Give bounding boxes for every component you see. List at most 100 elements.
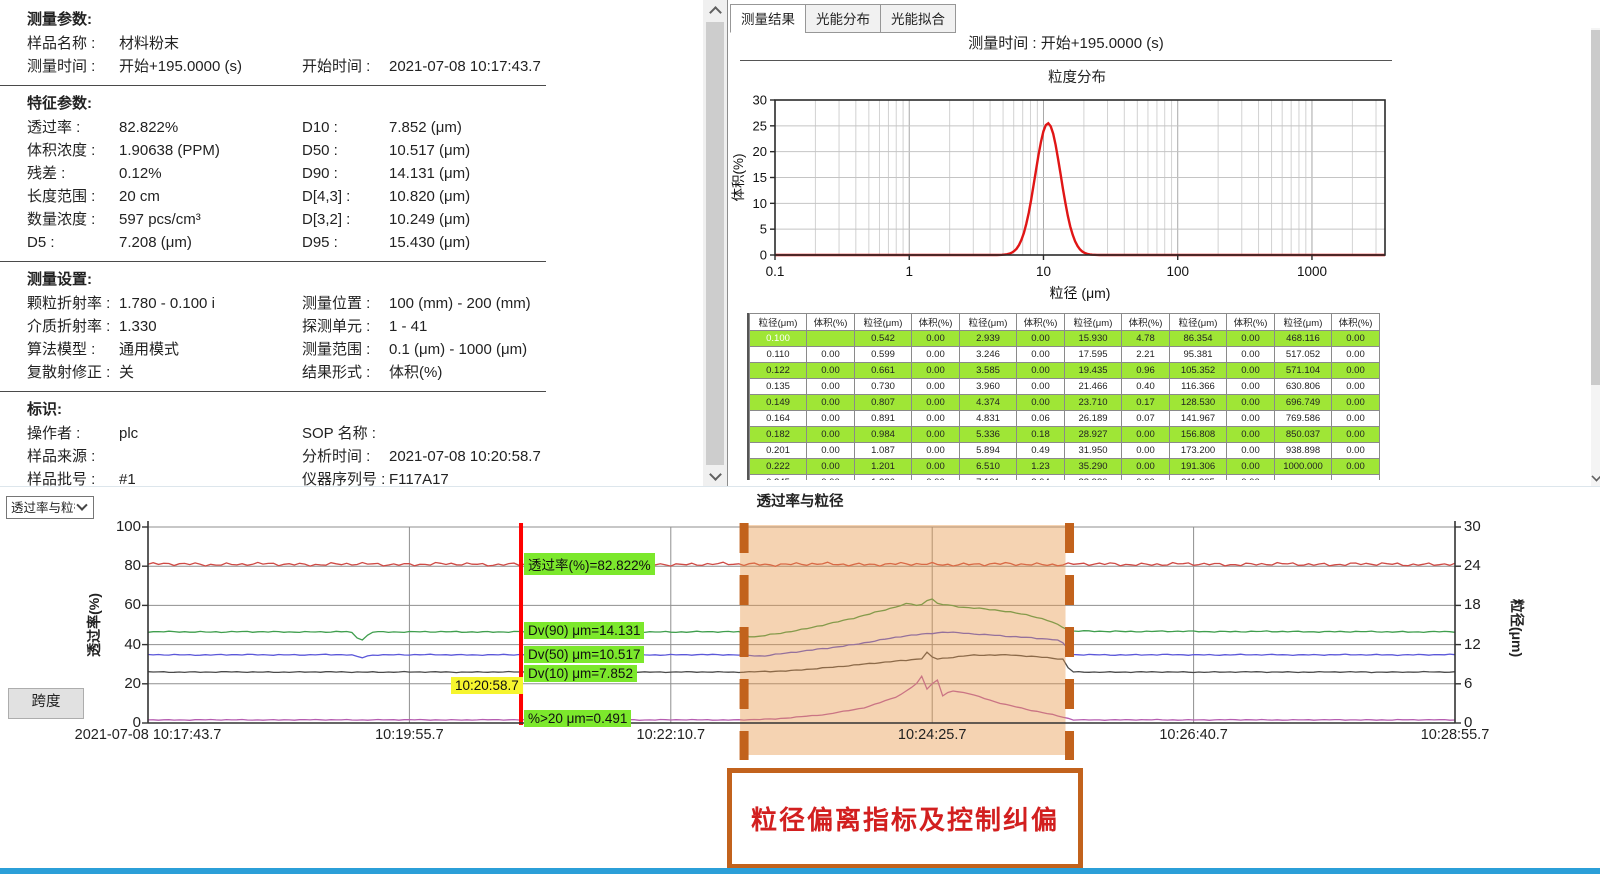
table-cell[interactable]: 0.00 [912, 379, 960, 395]
table-cell[interactable]: 3.246 [960, 347, 1017, 363]
table-cell[interactable]: 0.00 [807, 363, 855, 379]
table-cell[interactable]: 19.435 [1065, 363, 1122, 379]
table-cell[interactable]: 850.037 [1275, 427, 1332, 443]
table-cell[interactable]: 15.930 [1065, 331, 1122, 347]
scroll-down-icon[interactable] [1591, 471, 1600, 481]
table-cell[interactable]: 0.00 [1122, 459, 1170, 475]
scroll-up-icon[interactable] [709, 6, 722, 19]
table-cell[interactable]: 23.710 [1065, 395, 1122, 411]
table-cell[interactable]: 0.807 [855, 395, 912, 411]
table-cell[interactable]: 0.00 [807, 475, 855, 481]
table-cell[interactable]: 0.00 [1122, 443, 1170, 459]
table-cell[interactable]: 211.305 [1170, 475, 1227, 481]
table-cell[interactable]: 4.374 [960, 395, 1017, 411]
right-panel-scrollbar[interactable] [1591, 28, 1600, 487]
table-cell[interactable]: 4.78 [1122, 331, 1170, 347]
table-cell[interactable]: 1.326 [855, 475, 912, 481]
table-cell[interactable]: 0.245 [750, 475, 807, 481]
table-cell[interactable]: 28.927 [1065, 427, 1122, 443]
table-cell[interactable]: 0.00 [807, 443, 855, 459]
table-cell[interactable]: 0.00 [1017, 363, 1065, 379]
table-cell[interactable]: 0.00 [1227, 443, 1275, 459]
table-cell[interactable]: 4.831 [960, 411, 1017, 427]
table-cell[interactable]: 0.00 [1122, 427, 1170, 443]
table-cell[interactable]: 0.984 [855, 427, 912, 443]
table-cell[interactable]: 156.808 [1170, 427, 1227, 443]
table-cell[interactable]: 630.806 [1275, 379, 1332, 395]
table-cell[interactable]: 0.00 [1227, 475, 1275, 481]
table-cell[interactable]: 0.40 [1122, 379, 1170, 395]
table-cell[interactable]: 0.00 [912, 459, 960, 475]
table-cell[interactable]: 7.191 [960, 475, 1017, 481]
table-cell[interactable]: 2.939 [960, 331, 1017, 347]
table-cell[interactable]: 517.052 [1275, 347, 1332, 363]
table-cell[interactable]: 0.00 [807, 427, 855, 443]
table-cell[interactable]: 0.201 [750, 443, 807, 459]
scroll-down-icon[interactable] [709, 468, 722, 481]
table-cell[interactable]: 938.898 [1275, 443, 1332, 459]
table-cell[interactable]: 0.00 [1227, 395, 1275, 411]
table-cell[interactable]: 0.149 [750, 395, 807, 411]
table-cell[interactable]: 38.980 [1065, 475, 1122, 481]
table-cell[interactable]: 0.00 [1332, 379, 1380, 395]
table-cell[interactable]: 0.00 [1332, 395, 1380, 411]
table-cell[interactable]: 0.06 [1017, 411, 1065, 427]
table-cell[interactable]: 0.00 [1017, 379, 1065, 395]
table-cell[interactable]: 0.00 [1227, 427, 1275, 443]
table-cell[interactable]: 0.730 [855, 379, 912, 395]
table-cell[interactable]: 571.104 [1275, 363, 1332, 379]
table-cell[interactable]: 0.00 [1332, 331, 1380, 347]
table-cell[interactable]: 0.891 [855, 411, 912, 427]
table-cell[interactable] [807, 331, 855, 347]
table-cell[interactable]: 0.00 [1227, 363, 1275, 379]
table-cell[interactable]: 0.00 [912, 475, 960, 481]
table-cell[interactable]: 173.200 [1170, 443, 1227, 459]
table-cell[interactable]: 0.222 [750, 459, 807, 475]
table-cell[interactable]: 0.00 [912, 395, 960, 411]
table-cell[interactable]: 5.894 [960, 443, 1017, 459]
table-cell[interactable]: 0.110 [750, 347, 807, 363]
tab-光能分布[interactable]: 光能分布 [805, 4, 881, 33]
table-cell[interactable]: 0.00 [912, 331, 960, 347]
table-cell[interactable]: 0.00 [912, 363, 960, 379]
table-cell[interactable]: 0.07 [1122, 411, 1170, 427]
table-cell[interactable]: 769.586 [1275, 411, 1332, 427]
table-cell[interactable]: 0.164 [750, 411, 807, 427]
table-cell[interactable]: 0.00 [807, 411, 855, 427]
table-cell[interactable]: 0.00 [1017, 331, 1065, 347]
table-cell[interactable]: 116.366 [1170, 379, 1227, 395]
table-cell[interactable]: 0.00 [912, 411, 960, 427]
table-cell[interactable]: 35.290 [1065, 459, 1122, 475]
table-cell[interactable]: 2.21 [1122, 347, 1170, 363]
table-cell[interactable]: 0.00 [1227, 347, 1275, 363]
table-cell[interactable]: 128.530 [1170, 395, 1227, 411]
table-cell[interactable]: 0.96 [1122, 363, 1170, 379]
table-cell[interactable]: 26.189 [1065, 411, 1122, 427]
table-cell[interactable]: 0.661 [855, 363, 912, 379]
table-cell[interactable]: 0.00 [1332, 347, 1380, 363]
table-cell[interactable]: 0.00 [1332, 427, 1380, 443]
table-cell[interactable]: 0.18 [1017, 427, 1065, 443]
table-cell[interactable]: 0.00 [807, 459, 855, 475]
table-cell[interactable]: 0.00 [912, 427, 960, 443]
table-cell[interactable]: 0.17 [1122, 395, 1170, 411]
table-cell[interactable]: 0.00 [1332, 443, 1380, 459]
table-cell[interactable]: 468.116 [1275, 331, 1332, 347]
tab-光能拟合[interactable]: 光能拟合 [880, 4, 956, 33]
highlight-region[interactable] [740, 525, 1065, 755]
table-cell[interactable]: 3.960 [960, 379, 1017, 395]
table-cell[interactable]: 31.950 [1065, 443, 1122, 459]
table-cell[interactable]: 2.04 [1017, 475, 1065, 481]
table-cell[interactable]: 0.122 [750, 363, 807, 379]
table-cell[interactable]: 5.336 [960, 427, 1017, 443]
table-cell[interactable] [1275, 475, 1332, 481]
table-cell[interactable]: 105.352 [1170, 363, 1227, 379]
table-cell[interactable]: 0.00 [1227, 411, 1275, 427]
table-cell[interactable]: 1.087 [855, 443, 912, 459]
table-cell[interactable]: 0.00 [1332, 411, 1380, 427]
table-cell[interactable]: 0.00 [1122, 475, 1170, 481]
table-cell[interactable] [1332, 475, 1380, 481]
table-cell[interactable]: 6.510 [960, 459, 1017, 475]
table-cell[interactable]: 0.00 [1227, 379, 1275, 395]
table-cell[interactable]: 0.135 [750, 379, 807, 395]
